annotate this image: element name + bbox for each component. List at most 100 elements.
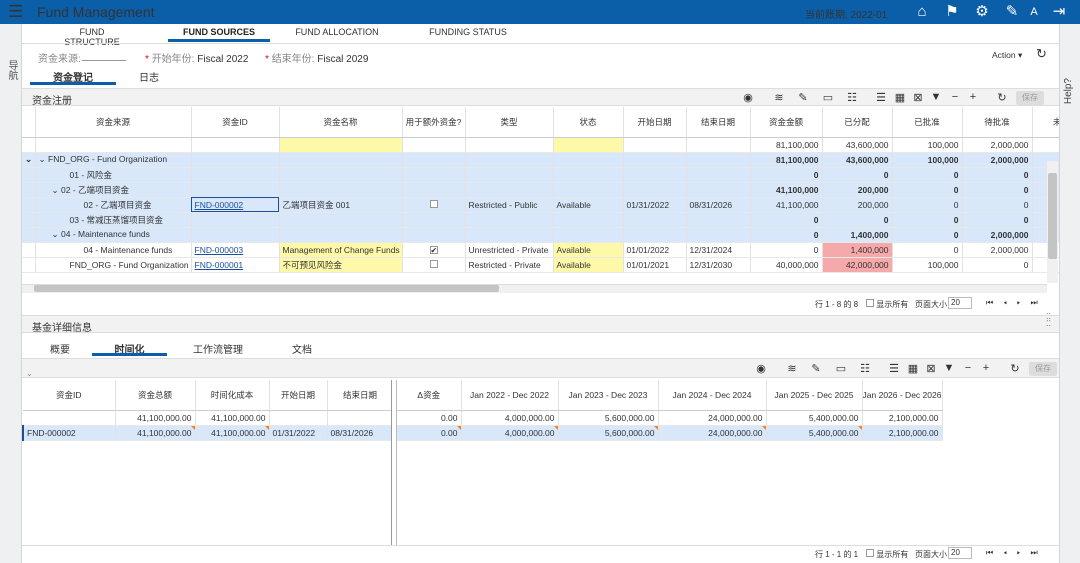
row-end[interactable]: 08/31/2026 — [686, 197, 751, 213]
page-size-input[interactable]: 20 — [948, 547, 972, 559]
col-delta-fund[interactable]: Δ资金 — [397, 380, 462, 411]
col-fund-id[interactable]: 资金ID — [23, 380, 116, 411]
row-start[interactable]: 01/31/2022 — [623, 197, 687, 213]
scroll-thumb[interactable] — [34, 285, 499, 292]
refresh-icon[interactable]: ↻ — [1036, 46, 1047, 62]
extra-funds-checkbox[interactable] — [429, 199, 438, 208]
year-cell[interactable]: 2,100,000.00 — [862, 425, 943, 441]
col-year-2023[interactable]: Jan 2023 - Dec 2023 — [558, 380, 659, 411]
plus-icon[interactable]: + — [966, 91, 980, 103]
table-row[interactable]: ⌄ 02 - 乙端项目资金 41,100,000 200,000 0 0 — [22, 182, 1059, 198]
hamburger-menu-icon[interactable]: ☰ — [8, 3, 23, 20]
table-row[interactable]: 01 - 风险金 0 0 0 0 — [22, 167, 1059, 183]
list-icon[interactable]: ☷ — [845, 91, 859, 104]
extra-funds-checkbox[interactable] — [429, 259, 438, 268]
clear-icon[interactable]: ⊠ — [911, 91, 925, 104]
filter-cell[interactable] — [553, 137, 624, 153]
filter-cell[interactable] — [402, 137, 466, 153]
rows-icon[interactable]: ☰ — [887, 362, 901, 375]
detail-save-button[interactable]: 保存 — [1029, 362, 1057, 376]
tab-fund-sources[interactable]: FUND SOURCES — [168, 27, 270, 37]
chevron-down-icon[interactable]: ⌄ — [52, 229, 59, 239]
row-status[interactable]: Available — [553, 242, 624, 258]
filter-cell[interactable] — [465, 137, 554, 153]
row-end-date[interactable]: 08/31/2026 — [327, 425, 391, 441]
col-more[interactable]: 未 — [1032, 107, 1059, 138]
flag-icon[interactable]: ⚑ — [943, 3, 961, 21]
collapse-icon[interactable]: ⌄ — [26, 369, 33, 378]
list-icon[interactable]: ☷ — [858, 362, 872, 375]
monitor-icon[interactable]: ▭ — [834, 362, 848, 375]
vertical-scrollbar[interactable] — [1047, 161, 1058, 283]
row-type[interactable]: Unrestricted - Private — [465, 242, 554, 258]
eye-icon[interactable]: ◉ — [741, 91, 755, 104]
col-fund-total[interactable]: 资金总额 — [115, 380, 196, 411]
col-type[interactable]: 类型 — [465, 107, 554, 138]
show-all-checkbox[interactable] — [866, 299, 874, 307]
row-start[interactable]: 01/01/2021 — [623, 257, 687, 273]
monitor-icon[interactable]: ▭ — [821, 91, 835, 104]
fund-id-link[interactable]: FND-000002 — [195, 200, 244, 210]
row-fund-name[interactable]: Management of Change Funds — [279, 242, 403, 258]
extra-funds-checkbox[interactable]: ✔ — [429, 245, 438, 254]
edit-icon[interactable]: ✎ — [809, 362, 823, 375]
action-menu[interactable]: Action ▾ — [992, 50, 1022, 61]
fund-id-link[interactable]: FND-000001 — [195, 260, 244, 270]
minus-icon[interactable]: − — [948, 91, 962, 103]
col-extra-funds[interactable]: 用于额外资金? — [402, 107, 466, 138]
col-end-date[interactable]: 结束日期 — [686, 107, 751, 138]
tab-funding-status[interactable]: FUNDING STATUS — [428, 27, 508, 37]
row-fund-name[interactable]: 不可预见风险金 — [279, 257, 403, 273]
row-type[interactable]: Restricted - Private — [465, 257, 554, 273]
row-type[interactable]: Restricted - Public — [465, 197, 554, 213]
filter-icon[interactable]: ▼ — [929, 91, 943, 103]
col-start-date[interactable]: 开始日期 — [623, 107, 687, 138]
collapse-icon[interactable]: ⌄ — [22, 152, 36, 168]
table-row[interactable]: 0.00 4,000,000.00 5,600,000.00 24,000,00… — [397, 425, 943, 441]
col-end-date[interactable]: 结束日期 — [327, 380, 391, 411]
edit-icon[interactable]: ✎ — [796, 91, 810, 104]
layers-icon[interactable]: ≋ — [785, 362, 799, 375]
tab-workflow[interactable]: 工作流管理 — [188, 341, 248, 356]
row-end[interactable]: 12/31/2030 — [686, 257, 751, 273]
table-row[interactable]: FND-000002 41,100,000.00 41,100,000.00 0… — [22, 425, 391, 441]
page-size-input[interactable]: 20 — [948, 297, 972, 309]
col-year-2026[interactable]: Jan 2026 - Dec 2026 — [862, 380, 943, 411]
home-icon[interactable]: ⌂ — [913, 3, 931, 21]
plus-icon[interactable]: + — [979, 362, 993, 374]
expand-section-icon[interactable]: ⁚⁚ ⁚⁚ — [1046, 313, 1051, 328]
chevron-down-icon[interactable]: ⌄ — [39, 154, 46, 164]
table-row[interactable]: 03 - 常减压蒸馏项目资金 0 0 0 0 — [22, 212, 1059, 228]
table-row[interactable]: ⌄ 04 - Maintenance funds 0 1,400,000 0 2… — [22, 227, 1059, 243]
grid-refresh-icon[interactable]: ↻ — [995, 91, 1009, 104]
minus-icon[interactable]: − — [961, 362, 975, 374]
horizontal-scrollbar[interactable] — [22, 284, 1047, 293]
table-icon[interactable]: ▦ — [906, 362, 920, 375]
filter-cell[interactable] — [686, 137, 751, 153]
logout-icon[interactable]: ⇥ — [1050, 3, 1068, 21]
row-end[interactable]: 12/31/2024 — [686, 242, 751, 258]
rows-icon[interactable]: ☰ — [874, 91, 888, 104]
row-status[interactable]: Available — [553, 257, 624, 273]
table-row[interactable]: 04 - Maintenance funds FND-000003 Manage… — [22, 242, 1059, 258]
filter-cell[interactable] — [279, 137, 403, 153]
start-year-value[interactable]: Fiscal 2022 — [197, 54, 248, 65]
filter-cell[interactable] — [191, 137, 280, 153]
show-all-checkbox[interactable] — [866, 549, 874, 557]
year-cell[interactable]: 4,000,000.00 — [505, 428, 555, 438]
grid-refresh-icon[interactable]: ↻ — [1008, 362, 1022, 375]
table-row[interactable]: FND_ORG - Fund Organization FND-000001 不… — [22, 257, 1059, 273]
col-year-2024[interactable]: Jan 2024 - Dec 2024 — [658, 380, 767, 411]
reg-save-button[interactable]: 保存 — [1016, 91, 1044, 105]
fund-source-input[interactable] — [82, 60, 126, 61]
table-icon[interactable]: ▦ — [893, 91, 907, 104]
row-start-date[interactable]: 01/31/2022 — [269, 425, 328, 441]
tab-log[interactable]: 日志 — [126, 69, 172, 84]
year-cell[interactable]: 24,000,000.00 — [708, 428, 762, 438]
chevron-down-icon[interactable]: ⌄ — [52, 185, 59, 195]
scroll-thumb[interactable] — [1048, 173, 1057, 259]
left-nav-strip[interactable] — [0, 24, 22, 563]
col-start-date[interactable]: 开始日期 — [269, 380, 328, 411]
language-icon[interactable]: Aあ — [1025, 3, 1043, 36]
col-fund-name[interactable]: 资金名称 — [279, 107, 403, 138]
